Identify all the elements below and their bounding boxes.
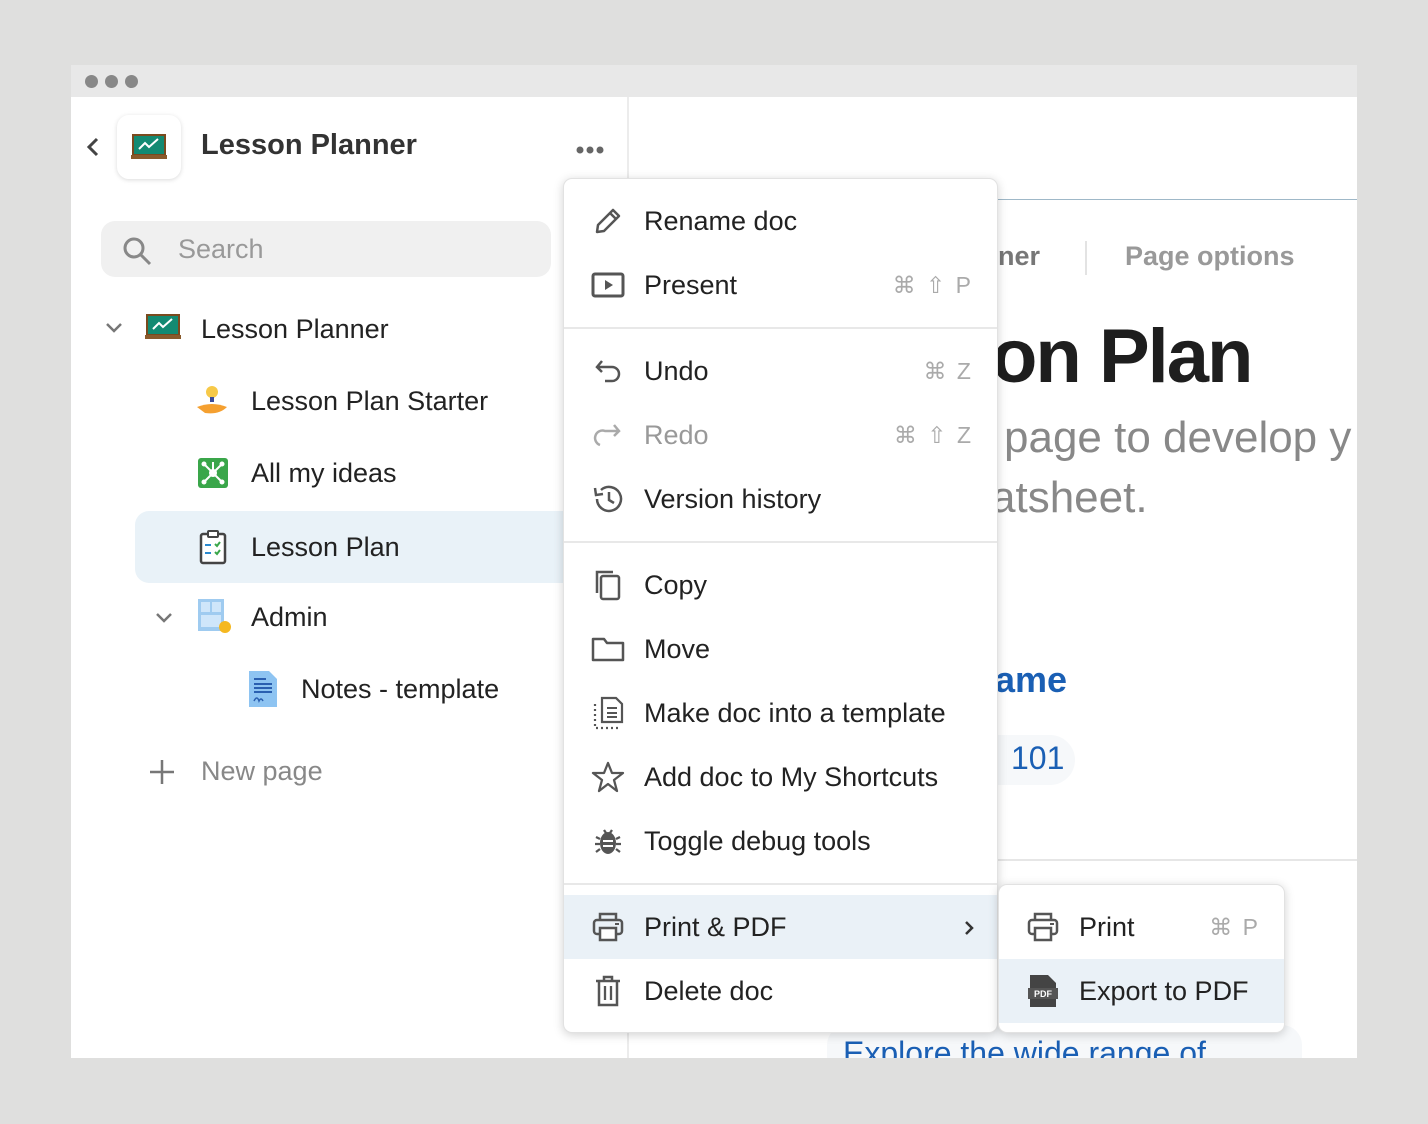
tree-item-label: Admin bbox=[251, 601, 328, 632]
plus-icon bbox=[150, 760, 174, 784]
header-divider bbox=[991, 199, 1357, 200]
tree-item-label: All my ideas bbox=[251, 457, 397, 488]
menu-item-redo[interactable]: Redo ⌘ ⇧ Z bbox=[564, 403, 997, 467]
content-divider bbox=[991, 859, 1357, 861]
search-icon bbox=[123, 237, 152, 266]
page-subtitle: page to develop y bbox=[1004, 413, 1352, 462]
pdf-icon: PDF bbox=[1025, 973, 1061, 1009]
page-options-button[interactable]: Page options bbox=[1125, 241, 1295, 272]
svg-text:PDF: PDF bbox=[1034, 989, 1053, 999]
tree-item-lesson-plan-starter[interactable]: Lesson Plan Starter bbox=[151, 365, 557, 437]
menu-item-rename-doc[interactable]: Rename doc bbox=[564, 189, 997, 253]
chevron-right-icon bbox=[963, 919, 975, 937]
menu-item-undo[interactable]: Undo ⌘ Z bbox=[564, 339, 997, 403]
submenu-item-print[interactable]: Print ⌘ P bbox=[999, 895, 1284, 959]
tree-item-label: Notes - template bbox=[301, 673, 500, 704]
lightbulb-hand-icon bbox=[197, 386, 227, 414]
tree-item-all-my-ideas[interactable]: All my ideas bbox=[151, 437, 557, 509]
page-title: on Plan bbox=[991, 314, 1253, 399]
submenu-item-export-pdf[interactable]: PDF Export to PDF bbox=[999, 959, 1284, 1023]
menu-item-toggle-debug[interactable]: Toggle debug tools bbox=[564, 809, 997, 873]
more-options-icon[interactable] bbox=[575, 145, 605, 155]
tree-item-admin[interactable]: Admin bbox=[151, 581, 557, 653]
tree-item-label: Lesson Planner bbox=[201, 313, 389, 344]
history-icon bbox=[590, 481, 626, 517]
window-dot[interactable] bbox=[105, 75, 118, 88]
explore-link[interactable]: Explore the wide range of bbox=[843, 1035, 1206, 1058]
star-icon bbox=[590, 759, 626, 795]
present-icon bbox=[590, 267, 626, 303]
shortcut: ⌘ ⇧ P bbox=[892, 271, 973, 298]
breadcrumb[interactable]: ner bbox=[998, 241, 1040, 272]
doc-context-menu: Rename doc Present ⌘ ⇧ P Undo ⌘ Z Redo ⌘… bbox=[563, 178, 998, 1033]
tree-item-label: Lesson Plan Starter bbox=[251, 385, 489, 416]
network-icon bbox=[198, 458, 228, 488]
menu-item-print-pdf[interactable]: Print & PDF bbox=[564, 895, 997, 959]
undo-icon bbox=[590, 353, 626, 389]
shortcut: ⌘ Z bbox=[923, 357, 973, 384]
menu-separator bbox=[564, 541, 997, 543]
print-pdf-submenu: Print ⌘ P PDF Export to PDF bbox=[998, 884, 1285, 1033]
pencil-icon bbox=[590, 203, 626, 239]
page-subtitle: atsheet. bbox=[991, 473, 1148, 522]
layout-gear-icon bbox=[198, 599, 231, 633]
menu-separator bbox=[564, 327, 997, 329]
template-icon bbox=[590, 695, 626, 731]
trash-icon bbox=[590, 973, 626, 1009]
section-heading: ame bbox=[995, 659, 1068, 700]
chalkboard-icon bbox=[145, 314, 181, 339]
search-input[interactable]: Search bbox=[101, 221, 551, 277]
menu-item-add-shortcut[interactable]: Add doc to My Shortcuts bbox=[564, 745, 997, 809]
printer-icon bbox=[1025, 909, 1061, 945]
bug-icon bbox=[590, 823, 626, 859]
menu-item-present[interactable]: Present ⌘ ⇧ P bbox=[564, 253, 997, 317]
tree-item-lesson-planner[interactable]: Lesson Planner bbox=[101, 293, 551, 365]
shortcut: ⌘ ⇧ Z bbox=[893, 421, 973, 448]
window-dot[interactable] bbox=[85, 75, 98, 88]
menu-item-version-history[interactable]: Version history bbox=[564, 467, 997, 531]
menu-item-copy[interactable]: Copy bbox=[564, 553, 997, 617]
menu-item-delete-doc[interactable]: Delete doc bbox=[564, 959, 997, 1023]
title-bar bbox=[71, 65, 1357, 97]
doc-icon-button[interactable] bbox=[117, 115, 181, 179]
tree-item-notes-template[interactable]: Notes - template bbox=[201, 653, 561, 725]
new-page-label: New page bbox=[201, 755, 323, 786]
chevron-down-icon[interactable] bbox=[105, 321, 123, 335]
new-page-button[interactable]: New page bbox=[149, 735, 449, 807]
back-chevron-icon[interactable] bbox=[85, 135, 101, 159]
copy-icon bbox=[590, 567, 626, 603]
chevron-down-icon[interactable] bbox=[155, 611, 173, 625]
printer-icon bbox=[590, 909, 626, 945]
window-dot[interactable] bbox=[125, 75, 138, 88]
menu-separator bbox=[564, 883, 997, 885]
folder-icon bbox=[590, 631, 626, 667]
search-placeholder: Search bbox=[178, 234, 264, 264]
menu-item-make-template[interactable]: Make doc into a template bbox=[564, 681, 997, 745]
tree-item-label: Lesson Plan bbox=[251, 531, 400, 562]
signed-document-icon bbox=[249, 671, 277, 707]
menu-item-move[interactable]: Move bbox=[564, 617, 997, 681]
tree-item-lesson-plan[interactable]: Lesson Plan bbox=[135, 511, 565, 583]
chip-label[interactable]: 101 bbox=[1011, 740, 1064, 777]
shortcut: ⌘ P bbox=[1209, 913, 1260, 940]
breadcrumb-separator bbox=[1085, 241, 1087, 275]
redo-icon bbox=[590, 417, 626, 453]
chalkboard-icon bbox=[131, 134, 167, 159]
doc-title: Lesson Planner bbox=[201, 129, 417, 161]
clipboard-icon bbox=[199, 530, 227, 565]
